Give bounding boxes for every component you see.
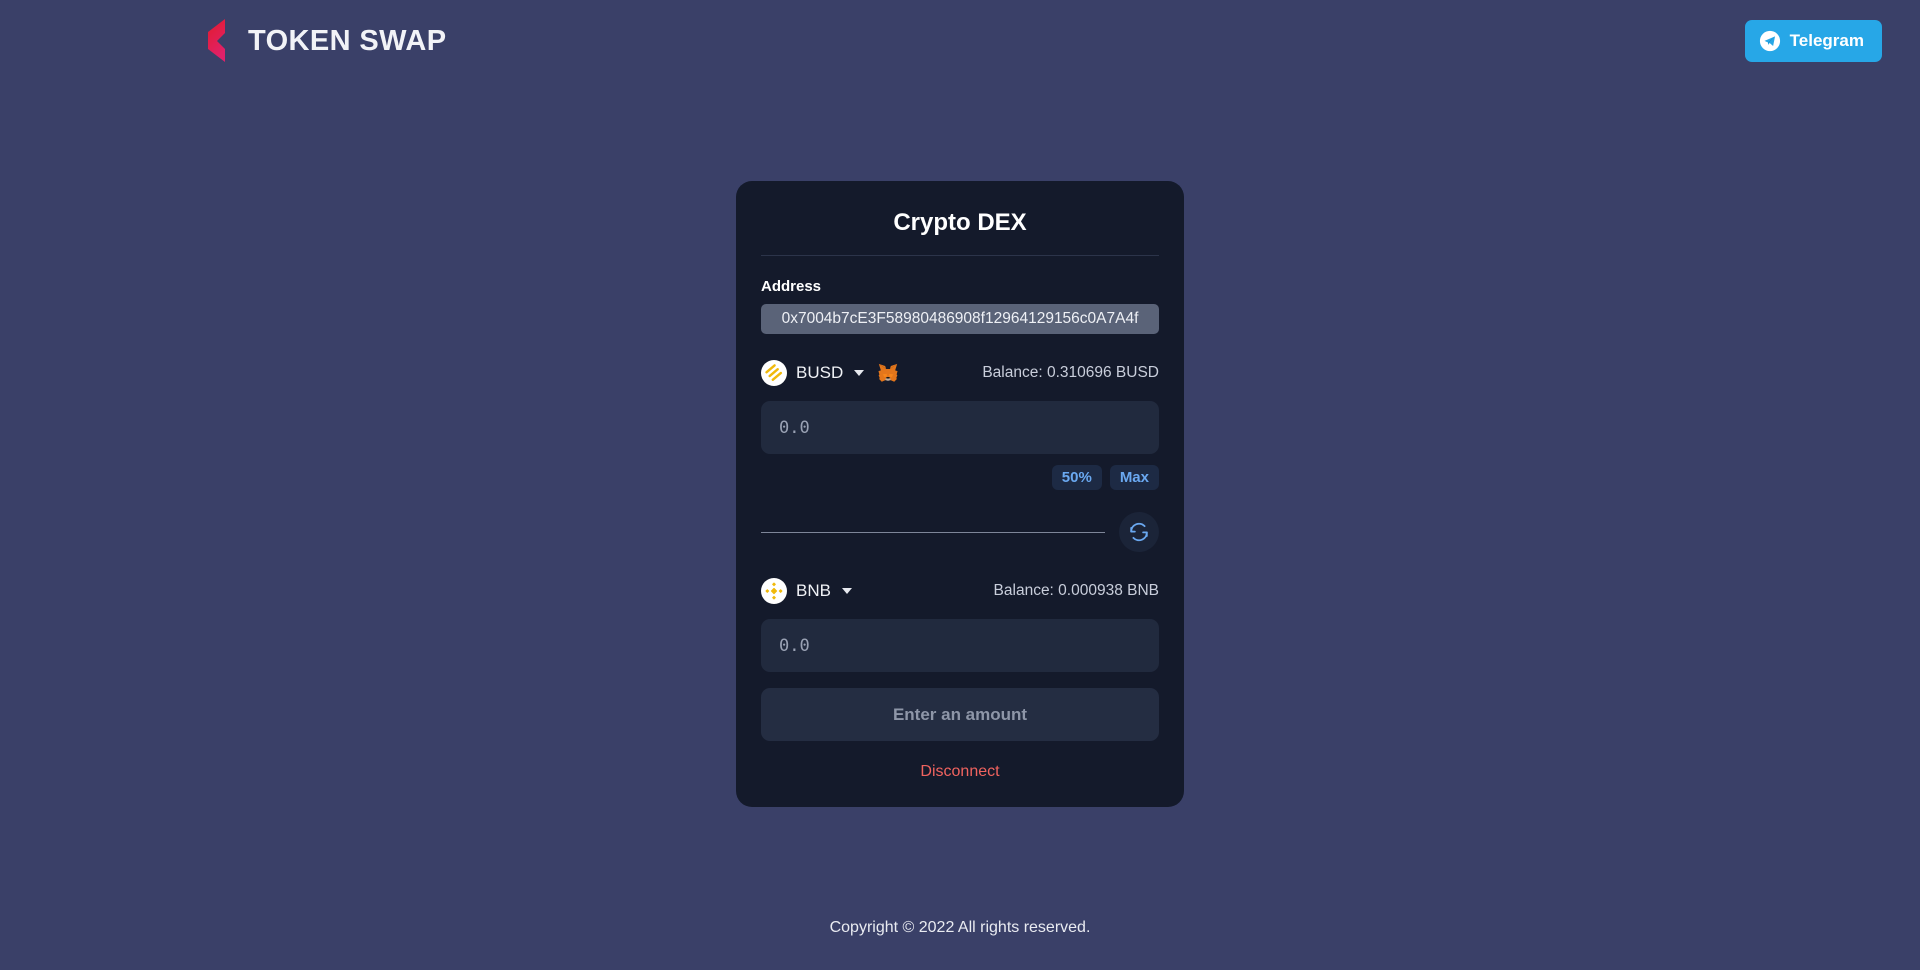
- from-token-selector[interactable]: BUSD: [761, 360, 865, 386]
- site-footer: Copyright © 2022 All rights reserved.: [0, 885, 1920, 970]
- to-token-balance: Balance: 0.000938 BNB: [993, 582, 1159, 599]
- to-token-symbol: BNB: [796, 581, 831, 600]
- telegram-paper-plane-icon: [1759, 30, 1781, 52]
- from-amount-input[interactable]: [761, 401, 1159, 454]
- swap-divider-row: [761, 512, 1159, 552]
- telegram-button[interactable]: Telegram: [1744, 20, 1882, 62]
- submit-swap-button[interactable]: Enter an amount: [761, 688, 1159, 741]
- main-stage: Crypto DEX Address 0x7004b7cE3F589804869…: [0, 181, 1920, 807]
- swap-direction-button[interactable]: [1119, 512, 1159, 552]
- brand-name: TOKEN SWAP: [248, 24, 447, 57]
- telegram-button-label: Telegram: [1789, 31, 1864, 50]
- chevron-down-icon: [841, 588, 852, 594]
- address-label: Address: [761, 278, 822, 295]
- token-swap-logo-icon: [200, 19, 234, 63]
- from-token-balance: Balance: 0.310696 BUSD: [982, 364, 1159, 381]
- copyright-text: Copyright © 2022 All rights reserved.: [829, 918, 1091, 936]
- site-header: TOKEN SWAP Telegram: [0, 0, 1920, 82]
- disconnect-wallet-button[interactable]: Disconnect: [761, 763, 1159, 781]
- to-amount-input[interactable]: [761, 619, 1159, 672]
- bnb-token-icon: [761, 578, 787, 604]
- from-token-symbol: BUSD: [796, 363, 844, 382]
- card-title: Crypto DEX: [893, 209, 1027, 236]
- to-token-row: BNB Balance: 0.000938 BNB: [761, 578, 1159, 604]
- swap-divider-line: [761, 531, 1105, 533]
- brand: TOKEN SWAP: [200, 19, 446, 63]
- metamask-fox-icon[interactable]: [864, 362, 899, 384]
- busd-token-icon: [761, 360, 787, 386]
- chevron-down-icon: [854, 370, 865, 376]
- card-divider: [761, 255, 1159, 256]
- max-amount-button[interactable]: Max: [1109, 465, 1159, 490]
- swap-arrows-icon: [1128, 521, 1150, 543]
- swap-card: Crypto DEX Address 0x7004b7cE3F589804869…: [736, 181, 1184, 807]
- wallet-address-value: 0x7004b7cE3F58980486908f12964129156c0A7A…: [761, 304, 1159, 334]
- quick-amount-row: 50% Max: [761, 465, 1159, 490]
- to-token-selector[interactable]: BNB: [761, 578, 852, 604]
- from-token-row: BUSD Balance: 0.310696 BUSD: [761, 360, 1159, 386]
- half-amount-button[interactable]: 50%: [1051, 465, 1102, 490]
